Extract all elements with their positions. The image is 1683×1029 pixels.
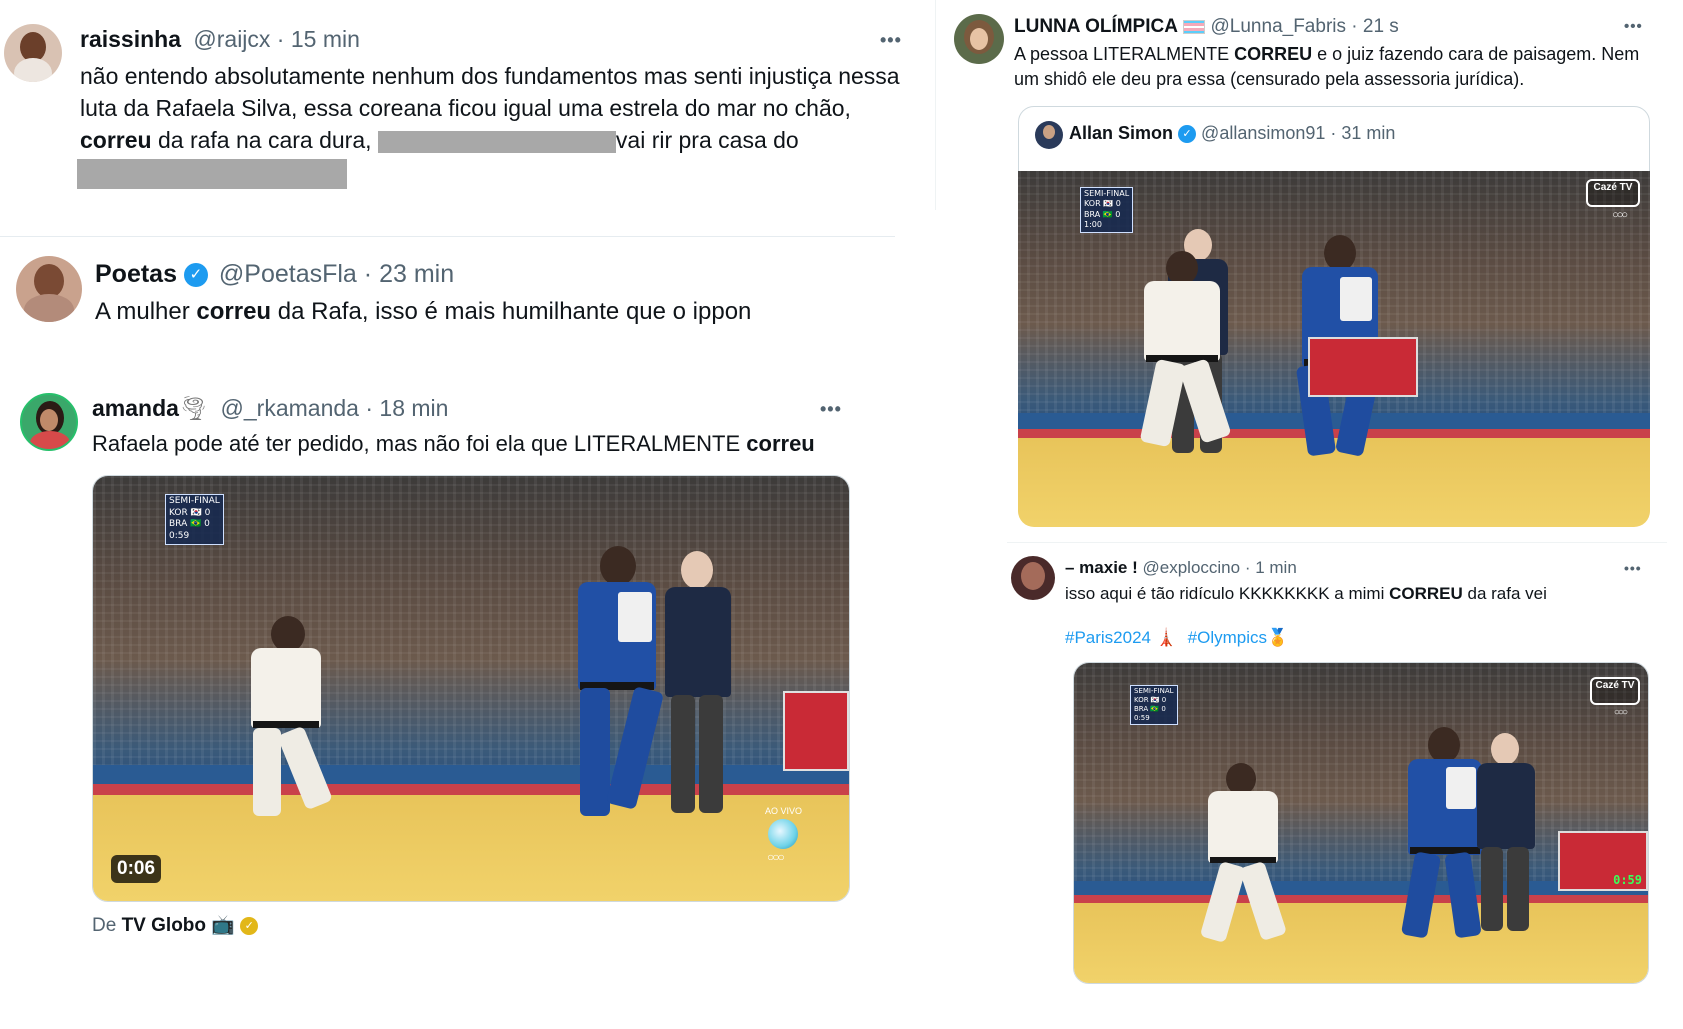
handle[interactable]: @exploccino <box>1143 558 1241 577</box>
avatar[interactable] <box>954 14 1004 64</box>
back-number <box>618 592 652 642</box>
timestamp[interactable]: 18 min <box>379 395 448 421</box>
olympic-rings-icon: ○○○ <box>1612 209 1628 221</box>
scoreboard: SEMI-FINAL KOR 🇰🇷 0 BRA 🇧🇷 0 1:00 <box>1080 187 1134 233</box>
tweet-text: não entendo absolutamente nenhum dos fun… <box>77 60 910 189</box>
judoka-white <box>1128 251 1238 451</box>
handle[interactable]: @allansimon91 <box>1201 123 1325 143</box>
eiffel-tower-emoji-icon: 🗼 <box>1155 628 1177 647</box>
tweet-text: Rafaela pode até ter pedido, mas não foi… <box>92 431 815 456</box>
video-player[interactable]: SEMI-FINAL KOR 🇰🇷 0 BRA 🇧🇷 0 1:00 Cazé T… <box>1018 171 1650 527</box>
timestamp[interactable]: 21 s <box>1363 16 1399 37</box>
hashtag-link[interactable]: #Paris2024 <box>1065 628 1151 647</box>
more-options-icon[interactable]: ••• <box>820 399 842 420</box>
referee <box>653 551 743 821</box>
bold-word: correu <box>196 298 272 325</box>
hashtag-link[interactable]: #Olympics <box>1188 628 1267 647</box>
bold-word: correu <box>746 431 815 456</box>
video-timestamp: 0:06 <box>111 855 162 883</box>
avatar[interactable] <box>1011 556 1055 600</box>
display-name[interactable]: amanda <box>92 395 179 421</box>
arena-screen <box>1308 337 1418 397</box>
arena-screen: 0:59 <box>1558 831 1648 891</box>
display-name[interactable]: raissinha <box>80 26 181 52</box>
handle[interactable]: @_rkamanda <box>221 395 359 421</box>
judoka-blue <box>558 546 668 826</box>
handle[interactable]: @raijcx <box>193 26 270 52</box>
globo-logo-icon <box>768 819 798 849</box>
divider <box>0 236 895 237</box>
caze-tv-logo-icon: Cazé TV <box>1586 179 1640 207</box>
avatar[interactable] <box>20 393 78 451</box>
tweet-text: A mulher correu da Rafa, isso é mais hum… <box>95 298 752 325</box>
display-name[interactable]: LUNNA OLÍMPICA <box>1014 16 1178 37</box>
avatar[interactable] <box>16 256 82 322</box>
source-attribution[interactable]: De TV Globo 📺 ✓ <box>92 913 259 937</box>
tweet-text: isso aqui é tão ridículo KKKKKKKK a mimi… <box>1065 584 1547 603</box>
tweet-poetas[interactable]: Poetas ✓ @PoetasFla · 23 min A mulher co… <box>0 240 900 340</box>
divider <box>1007 542 1667 543</box>
timestamp[interactable]: 23 min <box>379 260 454 288</box>
back-number <box>1340 277 1372 321</box>
tweet-raissinha[interactable]: raissinha @raijcx · 15 min ••• não enten… <box>0 0 901 215</box>
divider <box>935 0 936 210</box>
olympics-emoji-icon: 🏅 <box>1267 628 1289 647</box>
display-name[interactable]: Poetas <box>95 260 177 288</box>
referee <box>1469 733 1543 933</box>
video-player[interactable]: SEMI-FINAL KOR 🇰🇷 0 BRA 🇧🇷 0 0:59 Cazé T… <box>1073 662 1649 984</box>
video-player[interactable]: SEMI-FINAL KOR 🇰🇷 0 BRA 🇧🇷 0 0:59 AO VIV… <box>92 475 850 902</box>
arena-screen <box>783 691 849 771</box>
censored-block <box>377 130 616 153</box>
censored-block <box>77 158 347 189</box>
mat-border <box>1074 895 1648 903</box>
bold-word: correu <box>80 127 152 153</box>
scoreboard: SEMI-FINAL KOR 🇰🇷 0 BRA 🇧🇷 0 0:59 <box>165 494 224 545</box>
separator: · <box>270 26 291 52</box>
more-options-icon[interactable]: ••• <box>880 30 902 51</box>
bold-word: CORREU <box>1234 44 1313 64</box>
separator: · <box>358 395 380 421</box>
bold-word: CORREU <box>1389 584 1463 603</box>
display-name[interactable]: Allan Simon <box>1069 123 1173 143</box>
judoka-white <box>1194 763 1294 944</box>
verified-badge-icon: ✓ <box>183 263 208 288</box>
tv-emoji-icon: 📺 <box>211 915 235 936</box>
olympic-rings-icon: ○○○ <box>767 850 785 864</box>
hashtags: #Paris2024 🗼 #Olympics🏅 <box>1065 626 1288 650</box>
tornado-emoji-icon: 🌪 <box>178 395 209 421</box>
verified-badge-icon: ✓ <box>1178 125 1197 144</box>
avatar[interactable] <box>1035 121 1063 149</box>
judoka-white <box>233 616 343 816</box>
trans-flag-emoji-icon <box>1183 19 1206 34</box>
more-options-icon[interactable]: ••• <box>1624 18 1643 35</box>
display-name[interactable]: – maxie ! <box>1065 558 1138 577</box>
avatar[interactable] <box>4 24 62 82</box>
tweet-amanda[interactable]: amanda🌪 @_rkamanda · 18 min ••• Rafaela … <box>0 385 900 945</box>
separator: · <box>1346 16 1363 37</box>
arena-clock: 0:59 <box>1613 873 1642 887</box>
timestamp[interactable]: 1 min <box>1255 558 1297 577</box>
separator: · <box>1325 123 1342 143</box>
handle[interactable]: @PoetasFla <box>219 260 357 288</box>
separator: · <box>1240 558 1256 577</box>
judo-mat <box>1074 903 1648 983</box>
separator: · <box>356 260 380 288</box>
verified-gold-badge-icon: ✓ <box>240 916 259 935</box>
tweet-lunna[interactable]: LUNNA OLÍMPICA @Lunna_Fabris · 21 s ••• … <box>950 0 1660 540</box>
handle[interactable]: @Lunna_Fabris <box>1211 16 1346 37</box>
caze-tv-logo-icon: Cazé TV <box>1590 677 1640 705</box>
scoreboard: SEMI-FINAL KOR 🇰🇷 0 BRA 🇧🇷 0 0:59 <box>1130 685 1178 726</box>
quoted-tweet[interactable]: Allan Simon ✓ @allansimon91 · 31 min SEM… <box>1018 106 1650 527</box>
olympic-rings-icon: ○○○ <box>1613 707 1628 718</box>
more-options-icon[interactable]: ••• <box>1624 560 1642 576</box>
tv-watermark: AO VIVO <box>765 806 803 816</box>
tweet-text: A pessoa LITERALMENTE CORREU e o juiz fa… <box>1014 44 1640 89</box>
timestamp[interactable]: 31 min <box>1341 123 1395 143</box>
tweet-maxie[interactable]: – maxie ! @exploccino · 1 min ••• isso a… <box>1005 550 1675 990</box>
timestamp[interactable]: 15 min <box>291 26 360 52</box>
